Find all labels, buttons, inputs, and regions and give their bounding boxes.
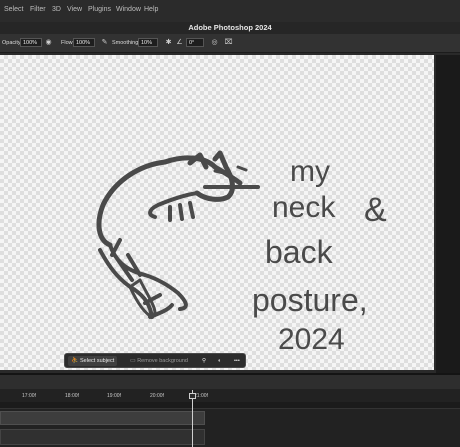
artwork-text-line-1: my [290,155,330,188]
title-bar: Adobe Photoshop 2024 [0,22,460,34]
drawing-legs [168,201,195,222]
contrast-icon[interactable]: ◐ [215,356,224,366]
flow-field[interactable]: 100% [73,38,95,47]
pressure-size-icon[interactable]: ◎ [210,38,219,47]
opacity-field[interactable]: 100% [20,38,42,47]
artwork-text-line-4: back [265,234,334,270]
person-icon: ⛹ [71,358,79,364]
vertical-scroll-region[interactable] [436,55,460,373]
select-subject-button[interactable]: ⛹ Select subject [68,356,118,366]
airbrush-icon[interactable]: ✎ [100,38,109,47]
menu-view[interactable]: View [67,6,82,13]
menu-plugins[interactable]: Plugins [88,6,111,13]
playhead-handle[interactable] [189,393,196,399]
timeline-header [0,375,460,389]
timeline-ruler[interactable] [0,402,460,409]
pin-icon[interactable]: ⚲ [199,356,209,366]
remove-background-button[interactable]: ▭ Remove background [127,356,191,366]
menu-help[interactable]: Help [144,6,158,13]
symmetry-icon[interactable]: ⌧ [224,38,233,47]
smoothing-label: Smoothing: [112,40,140,46]
settings-gear-icon[interactable]: ✱ [164,38,173,47]
timecode-label: 17:00f [22,393,36,399]
angle-field[interactable]: 0° [186,38,204,47]
drawing-body-outline [96,159,168,248]
timecode-label: 19:00f [107,393,121,399]
timecode-label: 18:00f [65,393,79,399]
app-title: Adobe Photoshop 2024 [188,23,272,32]
timeline-panel: 17:00f 18:00f 19:00f 20:00f 21:00f [0,375,460,447]
more-options-button[interactable]: ••• [231,356,243,366]
menu-bar: Select Filter 3D View Plugins Window Hel… [0,0,460,22]
menu-select[interactable]: Select [4,6,23,13]
menu-3d[interactable]: 3D [52,6,61,13]
contextual-task-bar: ⛹ Select subject ▭ Remove background ⚲ ◐… [64,353,246,368]
drawing-tail [98,238,188,319]
pressure-opacity-icon[interactable]: ◉ [44,38,53,47]
smoothing-field[interactable]: 10% [138,38,158,47]
artwork-text-line-3: & [364,191,387,229]
artwork-svg: my neck & back posture, 2024 [96,150,387,356]
artwork-text-line-6: 2024 [278,323,345,356]
select-subject-label: Select subject [80,358,115,364]
canvas[interactable]: my neck & back posture, 2024 [0,55,434,370]
remove-background-label: Remove background [137,358,188,364]
menu-filter[interactable]: Filter [30,6,46,13]
timecode-label: 20:00f [150,393,164,399]
video-track-clip[interactable] [0,411,205,425]
options-bar: Opacity: 100% ◉ Flow: 100% ✎ Smoothing: … [0,34,460,53]
audio-track[interactable] [0,429,205,445]
timecode-label: 21:00f [194,393,208,399]
artwork-text-line-2: neck [272,191,336,224]
angle-icon[interactable]: ∠ [175,38,184,47]
image-icon: ▭ [130,358,136,364]
artwork-text-line-5: posture, [252,282,368,318]
menu-window[interactable]: Window [116,6,141,13]
